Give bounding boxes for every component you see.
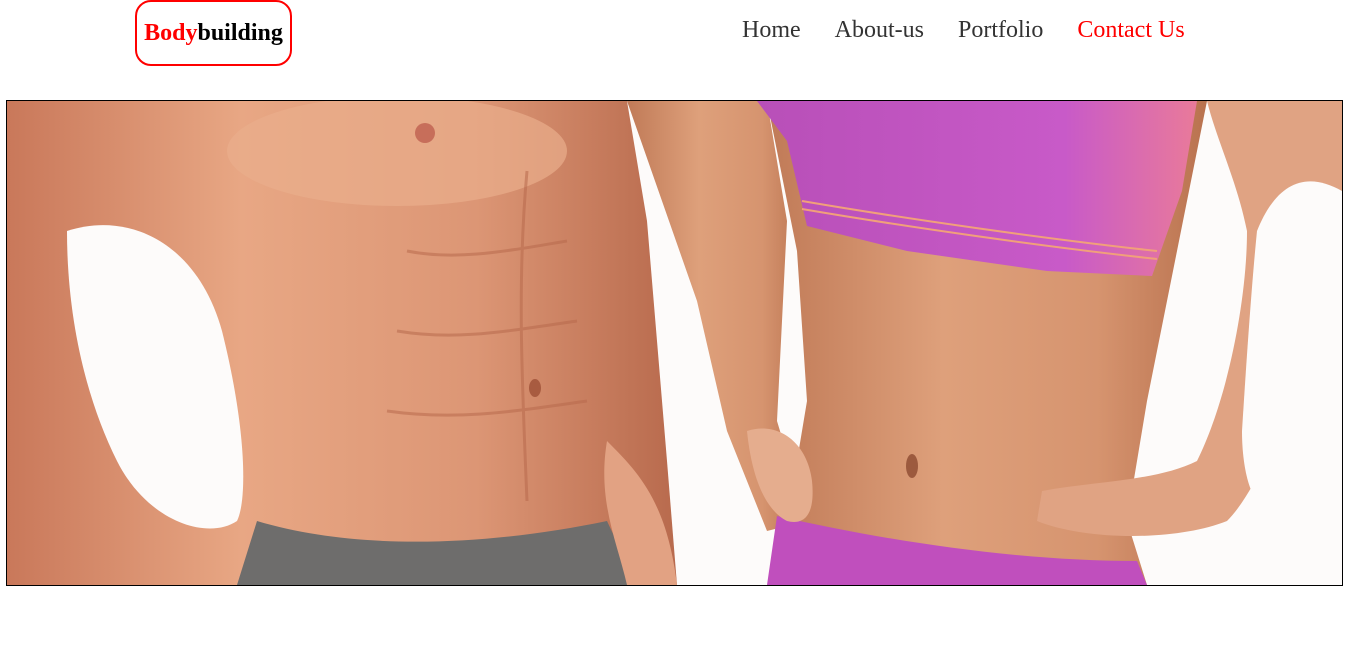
nav-contact-link[interactable]: Contact Us — [1077, 14, 1184, 46]
logo-text-building: building — [197, 19, 283, 46]
nav-about-link[interactable]: About-us — [835, 14, 924, 46]
hero-image — [6, 100, 1343, 586]
fitness-torsos-illustration — [7, 101, 1342, 585]
logo-text-body: Body — [144, 19, 198, 46]
site-logo[interactable]: Body building — [135, 0, 292, 66]
nav-portfolio-link[interactable]: Portfolio — [958, 14, 1043, 46]
site-header: Body building Home About-us Portfolio Con… — [0, 0, 1349, 100]
nav-home-link[interactable]: Home — [742, 14, 801, 46]
main-nav: Home About-us Portfolio Contact Us — [742, 14, 1185, 46]
